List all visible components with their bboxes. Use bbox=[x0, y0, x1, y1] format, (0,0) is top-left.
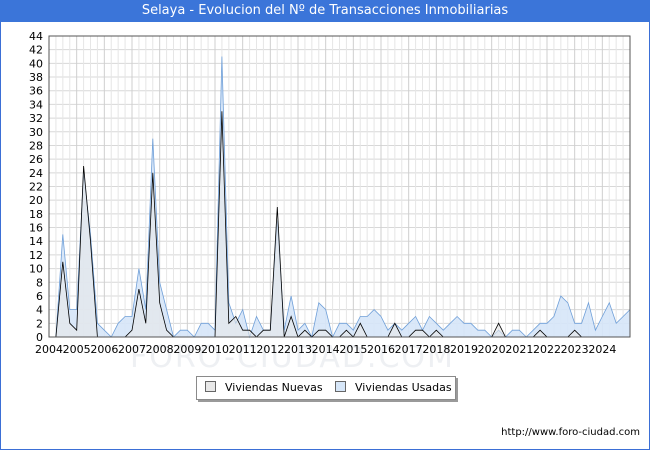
legend-label-usadas: Viviendas Usadas bbox=[355, 381, 452, 394]
x-tick-label: 2004 bbox=[35, 343, 63, 356]
chart-title: Selaya - Evolucion del Nº de Transaccion… bbox=[0, 0, 650, 22]
y-tick-label: 14 bbox=[29, 235, 43, 248]
legend-item-nuevas: Viviendas Nuevas bbox=[205, 381, 323, 395]
x-tick-label: 2018 bbox=[422, 343, 450, 356]
legend-label-nuevas: Viviendas Nuevas bbox=[225, 381, 323, 394]
y-tick-label: 18 bbox=[29, 208, 43, 221]
y-tick-label: 34 bbox=[29, 98, 43, 111]
x-tick-label: 2009 bbox=[173, 343, 201, 356]
x-tick-label: 2015 bbox=[339, 343, 367, 356]
y-tick-label: 36 bbox=[29, 85, 43, 98]
legend-swatch-nuevas bbox=[205, 381, 216, 392]
legend-item-usadas: Viviendas Usadas bbox=[335, 381, 452, 395]
y-tick-label: 16 bbox=[29, 222, 43, 235]
x-tick-label: 2007 bbox=[118, 343, 146, 356]
x-tick-label: 2012 bbox=[256, 343, 284, 356]
y-tick-label: 8 bbox=[36, 276, 43, 289]
y-tick-label: 30 bbox=[29, 126, 43, 139]
x-tick-label: 2005 bbox=[63, 343, 91, 356]
y-tick-label: 26 bbox=[29, 153, 43, 166]
y-tick-label: 12 bbox=[29, 249, 43, 262]
y-tick-label: 32 bbox=[29, 112, 43, 125]
x-tick-label: 2024 bbox=[588, 343, 616, 356]
x-tick-label: 2019 bbox=[450, 343, 478, 356]
y-tick-label: 10 bbox=[29, 263, 43, 276]
y-tick-label: 38 bbox=[29, 71, 43, 84]
y-tick-label: 22 bbox=[29, 181, 43, 194]
x-tick-label: 2010 bbox=[201, 343, 229, 356]
x-tick-label: 2023 bbox=[561, 343, 589, 356]
x-tick-label: 2021 bbox=[505, 343, 533, 356]
y-tick-label: 28 bbox=[29, 139, 43, 152]
y-tick-label: 6 bbox=[36, 290, 43, 303]
y-tick-label: 20 bbox=[29, 194, 43, 207]
x-tick-label: 2006 bbox=[90, 343, 118, 356]
x-tick-label: 2013 bbox=[284, 343, 312, 356]
x-tick-label: 2014 bbox=[312, 343, 340, 356]
x-tick-label: 2022 bbox=[533, 343, 561, 356]
y-tick-label: 24 bbox=[29, 167, 43, 180]
source-url: http://www.foro-ciudad.com bbox=[501, 427, 640, 438]
y-tick-label: 44 bbox=[29, 30, 43, 43]
x-tick-label: 2017 bbox=[395, 343, 423, 356]
y-tick-label: 42 bbox=[29, 44, 43, 57]
legend: Viviendas Nuevas Viviendas Usadas bbox=[196, 376, 456, 400]
x-tick-label: 2011 bbox=[229, 343, 257, 356]
y-tick-label: 40 bbox=[29, 57, 43, 70]
x-tick-label: 2020 bbox=[478, 343, 506, 356]
y-tick-label: 4 bbox=[36, 304, 43, 317]
y-tick-label: 2 bbox=[36, 317, 43, 330]
chart-canvas: 0246810121416182022242628303234363840424… bbox=[29, 30, 631, 356]
x-tick-label: 2016 bbox=[367, 343, 395, 356]
x-tick-label: 2008 bbox=[146, 343, 174, 356]
legend-swatch-usadas bbox=[335, 381, 346, 392]
